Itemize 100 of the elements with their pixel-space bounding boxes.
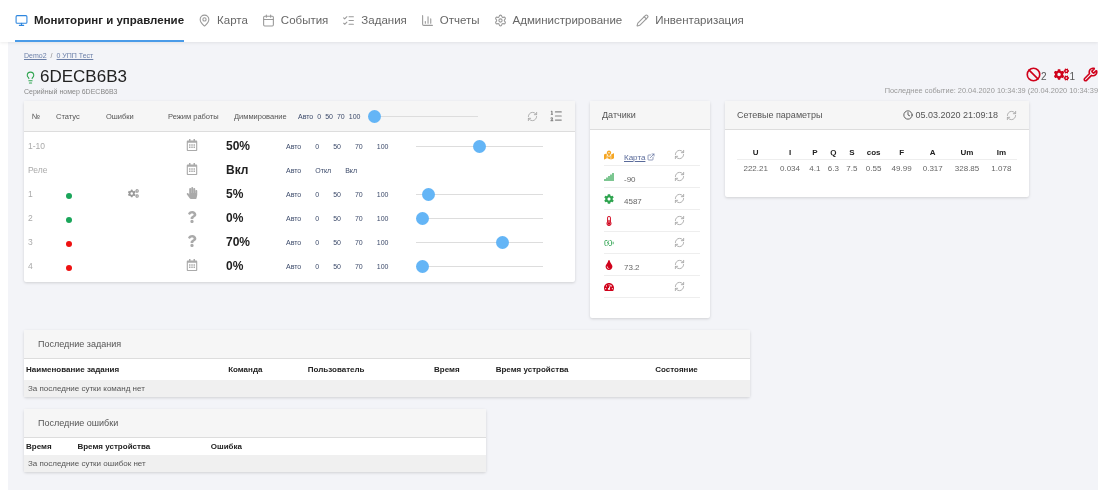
nav-tab[interactable]: Отчеты [420, 0, 480, 42]
dimming-value: Вкл [226, 163, 250, 177]
clock-icon [903, 110, 914, 120]
slider[interactable] [416, 235, 543, 249]
alert-count: 1 [1069, 71, 1075, 82]
nav-tab[interactable]: Задания [342, 0, 407, 42]
column-header: Q [824, 146, 843, 160]
refresh-icon[interactable] [674, 281, 685, 292]
slider[interactable] [416, 187, 543, 201]
sensor-value: 4587 [624, 196, 642, 206]
slider-thumb[interactable] [416, 211, 429, 225]
pencil-icon [636, 13, 650, 27]
refresh-icon[interactable] [674, 171, 685, 182]
column-header: Ошибка [208, 438, 486, 455]
ban-icon[interactable] [1025, 67, 1041, 82]
settings-icon [493, 13, 507, 27]
external-link-icon[interactable] [647, 153, 656, 161]
column-header: Время устройства [493, 359, 654, 380]
bar-chart-icon [420, 13, 434, 27]
panel-title: Последние ошибки [38, 418, 119, 428]
table-cell: 328.85 [948, 159, 986, 177]
gauge-icon [604, 281, 614, 292]
table-cell: 222.21 [737, 159, 775, 177]
column-header: S [842, 146, 862, 160]
row-number: 3 [28, 237, 34, 247]
slider[interactable] [416, 211, 543, 225]
list-icon[interactable] [549, 109, 563, 123]
nav-tab[interactable]: Администрирование [493, 0, 623, 42]
calendar-icon [261, 13, 275, 27]
column-header: F [886, 146, 918, 160]
column-header: cos [861, 146, 887, 160]
monitor-icon [15, 13, 28, 27]
refresh-icon[interactable] [674, 149, 685, 160]
dimming-value: 0% [226, 211, 245, 225]
timestamp: 05.03.2020 21:09:18 [915, 110, 998, 120]
column-header: Состояние [653, 359, 750, 380]
column-header: Наименование задания [24, 359, 227, 380]
column-header: Время [24, 438, 76, 455]
alert-count: 2 [1040, 71, 1047, 82]
refresh-icon[interactable] [527, 110, 538, 122]
gears-icon[interactable] [1054, 67, 1070, 82]
slider-thumb[interactable] [416, 259, 429, 273]
question-mark-icon [186, 211, 198, 223]
map-link[interactable]: Карта [624, 152, 646, 162]
refresh-icon[interactable] [674, 237, 685, 248]
column-header: Пользователь [305, 359, 433, 380]
nav-tab[interactable]: События [261, 0, 329, 42]
table-cell: 6.3 [824, 159, 843, 177]
map-pin-icon [198, 13, 212, 27]
refresh-icon[interactable] [674, 259, 685, 270]
slider-thumb[interactable] [473, 139, 486, 153]
refresh-icon[interactable] [1006, 109, 1017, 121]
slider-thumb[interactable] [421, 187, 435, 201]
signal-icon [604, 171, 614, 182]
sensor-value: -90 [624, 174, 636, 184]
column-header: Команда [226, 359, 306, 380]
table-cell: 4.1 [805, 159, 825, 177]
table-cell: 0.317 [917, 159, 949, 177]
question-mark-icon [186, 235, 198, 247]
table-cell: 0.55 [861, 159, 887, 177]
column-header: Um [948, 146, 986, 160]
empty-message: За последние сутки ошибок нет [24, 455, 486, 472]
nav-tab[interactable]: Инвентаризация [636, 0, 744, 42]
nav-tab[interactable]: Карта [198, 0, 248, 42]
calendar-icon [186, 139, 198, 151]
table-cell: 1.078 [985, 159, 1017, 177]
calendar-icon [186, 163, 198, 175]
slider[interactable] [368, 109, 479, 123]
column-header: U [737, 146, 775, 160]
slider[interactable] [416, 259, 543, 273]
row-number: 1 [28, 189, 34, 199]
row-number: 4 [28, 261, 34, 271]
thermometer-icon [604, 215, 614, 226]
wrench-icon[interactable] [1083, 67, 1098, 82]
slider-thumb[interactable] [368, 109, 382, 123]
column-header: Время устройства [75, 438, 209, 455]
sensor-value: 73.2 [624, 262, 640, 272]
lightbulb-icon [24, 70, 37, 84]
table-cell: 7.5 [842, 159, 862, 177]
dimming-value: 0% [226, 259, 245, 273]
table-cell: 0.034 [774, 159, 806, 177]
column-header: A [917, 146, 949, 160]
slider-thumb[interactable] [495, 235, 509, 249]
column-header: P [805, 146, 825, 160]
column-header: I [774, 146, 806, 160]
dimming-value: 50% [226, 139, 252, 153]
battery-icon [604, 237, 614, 248]
refresh-icon[interactable] [674, 193, 685, 204]
empty-message: За последние сутки команд нет [24, 380, 750, 397]
table-cell: 49.99 [886, 159, 918, 177]
panel-title: Сетевые параметры [737, 110, 823, 120]
drop-icon [604, 259, 614, 270]
slider[interactable] [416, 139, 543, 153]
panel-title: Последние задания [38, 339, 122, 349]
row-number: 1-10 [28, 141, 46, 151]
hand-icon [186, 187, 198, 199]
device-title: 6DECB6B3 [40, 67, 127, 87]
refresh-icon[interactable] [674, 215, 685, 226]
column-header: Im [985, 146, 1017, 160]
map-icon [604, 149, 614, 160]
